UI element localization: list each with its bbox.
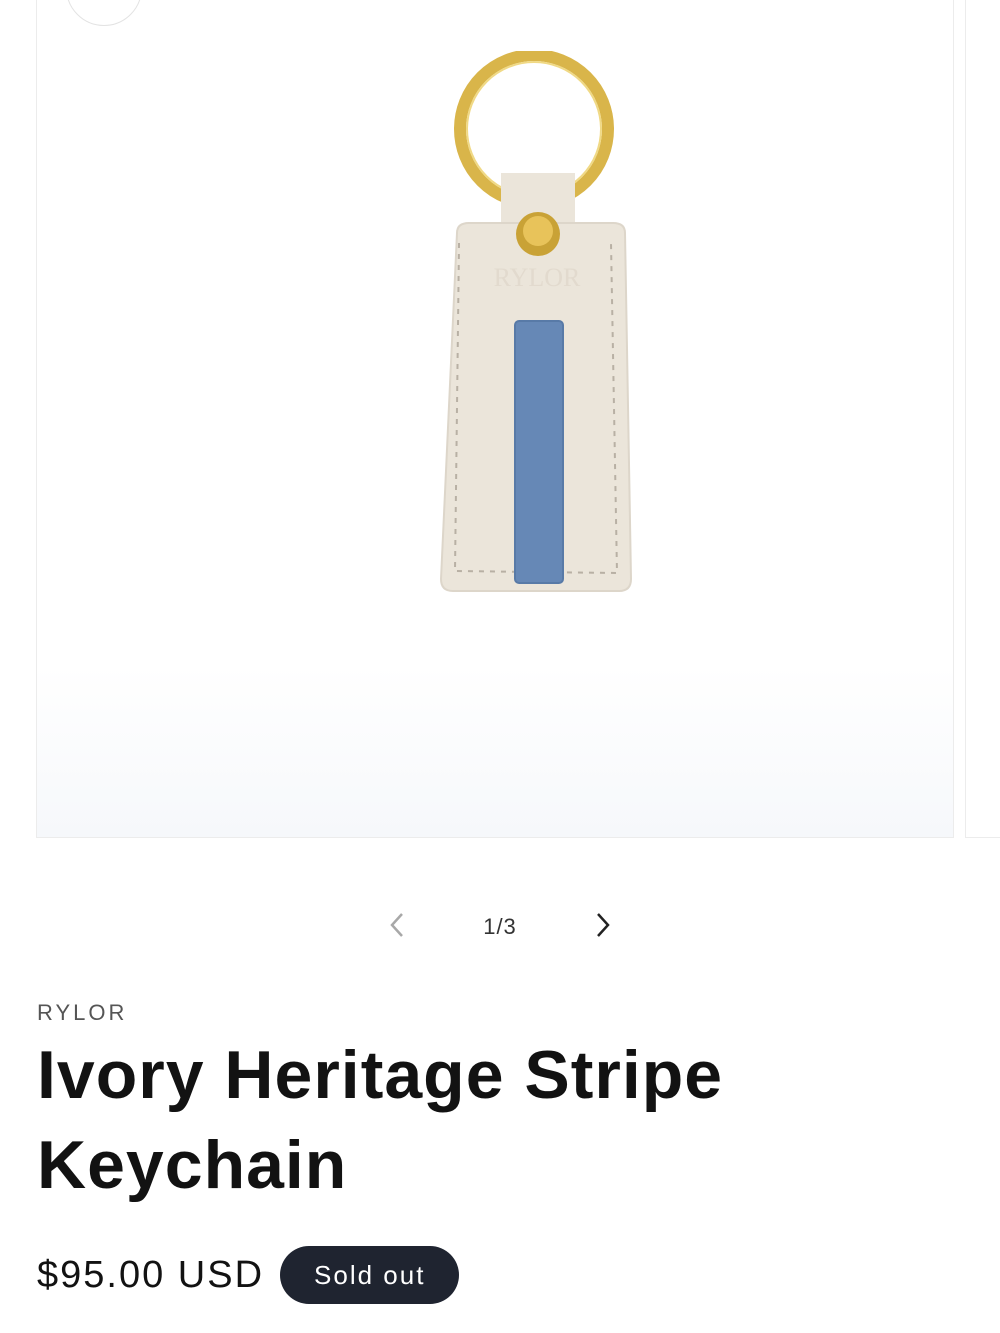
next-slide-button[interactable] [576,900,630,954]
zoom-icon [91,0,117,4]
previous-slide-button[interactable] [370,900,424,954]
product-vendor: RYLOR [37,1000,128,1025]
chevron-left-icon [389,912,405,943]
brand-emboss: RYLOR [494,263,581,292]
slider-controls: 1/3 [370,900,630,954]
product-image: RYLOR [439,51,633,592]
slide-counter: 1/3 [483,914,517,939]
product-title: Ivory Heritage Stripe Keychain [37,1037,724,1203]
product-price: $95.00 USD [37,1253,265,1296]
product-media-frame[interactable]: RYLOR [36,0,954,838]
sold-out-badge: Sold out [280,1246,460,1304]
chevron-right-icon [595,912,611,943]
next-media-frame[interactable] [965,0,1000,838]
price-row: $95.00 USD Sold out [37,1246,460,1304]
